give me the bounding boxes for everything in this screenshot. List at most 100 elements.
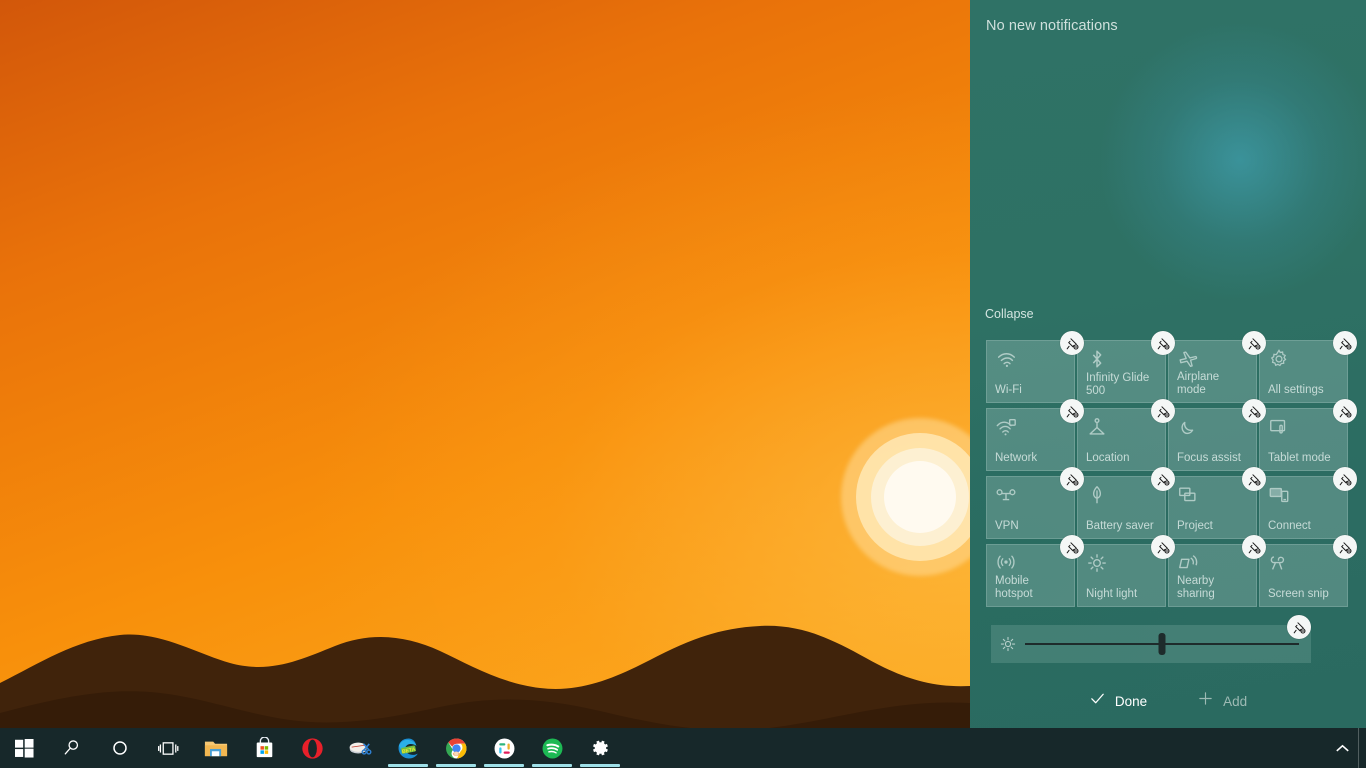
unpin-icon[interactable] [1060,399,1084,423]
taskbar-right-area [1326,728,1366,768]
quick-action-label: Tablet mode [1268,452,1342,465]
quick-action-label: Night light [1086,588,1160,601]
unpin-icon[interactable] [1060,331,1084,355]
action-center-footer: Done Add [970,680,1366,722]
network-icon [995,416,1017,438]
unpin-icon[interactable] [1151,399,1175,423]
quick-action-tile-bluetooth[interactable]: Infinity Glide 500 [1077,340,1166,403]
hotspot-icon [995,552,1017,574]
brightness-row [986,625,1350,663]
search-button[interactable] [48,728,96,768]
file-explorer-button[interactable] [192,728,240,768]
unpin-icon[interactable] [1333,399,1357,423]
quick-action-tile-all-settings[interactable]: All settings [1259,340,1348,403]
quick-action-label: Nearby sharing [1177,575,1251,601]
show-hidden-icons-button[interactable] [1326,728,1358,768]
add-button[interactable]: Add [1187,684,1257,718]
action-center-panel[interactable]: No new notifications Collapse Wi-Fi [970,0,1366,728]
add-label: Add [1223,694,1247,709]
unpin-icon[interactable] [1287,615,1311,639]
windows-logo-icon [15,739,34,758]
project-icon [1177,484,1199,506]
unpin-icon[interactable] [1242,535,1266,559]
quick-action-label: Wi-Fi [995,384,1069,397]
settings-button[interactable] [576,728,624,768]
taskbar-running-indicator [484,764,524,767]
quick-action-tile-battery-saver[interactable]: Battery saver [1077,476,1166,539]
brightness-slider-thumb[interactable] [1159,633,1166,655]
start-button[interactable] [0,728,48,768]
quick-action-tile-wifi[interactable]: Wi-Fi [986,340,1075,403]
quick-action-tile-airplane-mode[interactable]: Airplane mode [1168,340,1257,403]
connect-icon [1268,484,1290,506]
spotify-button[interactable] [528,728,576,768]
quick-action-tile-nearby-sharing[interactable]: Nearby sharing [1168,544,1257,607]
taskbar-running-indicator [580,764,620,767]
done-button[interactable]: Done [1079,684,1157,718]
unpin-icon[interactable] [1333,535,1357,559]
unpin-icon[interactable] [1151,467,1175,491]
vpn-icon [995,484,1017,506]
quick-action-label: Infinity Glide 500 [1086,372,1160,398]
done-label: Done [1115,694,1147,709]
opera-icon [301,737,324,760]
quick-action-tile-location[interactable]: Location [1077,408,1166,471]
quick-action-tile-screen-snip[interactable]: Screen snip [1259,544,1348,607]
quick-action-tile-tablet-mode[interactable]: Tablet mode [1259,408,1348,471]
quick-action-label: Screen snip [1268,588,1342,601]
store-bag-icon [254,737,275,759]
wifi-icon [995,348,1017,370]
unpin-icon[interactable] [1242,467,1266,491]
screen-snip-icon [1268,552,1290,574]
chevron-up-icon [1336,744,1349,753]
brightness-slider[interactable] [1025,625,1299,663]
unpin-icon[interactable] [1333,467,1357,491]
gear-icon [589,737,611,759]
taskbar[interactable]: BETA [0,728,1366,768]
quick-action-tile-connect[interactable]: Connect [1259,476,1348,539]
quick-action-label: Mobile hotspot [995,575,1069,601]
brightness-sun-icon [991,635,1025,653]
unpin-icon[interactable] [1151,535,1175,559]
unpin-icon[interactable] [1060,467,1084,491]
spotify-icon [541,737,564,760]
edge-button[interactable]: BETA [384,728,432,768]
collapse-link[interactable]: Collapse [985,307,1034,321]
task-view-button[interactable] [144,728,192,768]
unpin-icon[interactable] [1242,331,1266,355]
opera-button[interactable] [288,728,336,768]
check-icon [1089,690,1106,712]
show-desktop-button[interactable] [1358,728,1366,768]
unpin-icon[interactable] [1242,399,1266,423]
unpin-icon[interactable] [1333,331,1357,355]
quick-action-label: Location [1086,452,1160,465]
chrome-button[interactable] [432,728,480,768]
quick-action-label: VPN [995,520,1069,533]
quick-action-tile-project[interactable]: Project [1168,476,1257,539]
slack-button[interactable] [480,728,528,768]
quick-action-label: Project [1177,520,1251,533]
edge-beta-icon: BETA [397,737,420,760]
snipping-tool-button[interactable] [336,728,384,768]
quick-action-label: Network [995,452,1069,465]
brightness-panel[interactable] [991,625,1311,663]
quick-action-tile-night-light[interactable]: Night light [1077,544,1166,607]
folder-icon [204,738,228,759]
quick-action-tile-vpn[interactable]: VPN [986,476,1075,539]
leaf-icon [1086,484,1108,506]
quick-action-tile-mobile-hotspot[interactable]: Mobile hotspot [986,544,1075,607]
microsoft-store-button[interactable] [240,728,288,768]
quick-action-tile-focus-assist[interactable]: Focus assist [1168,408,1257,471]
sun-icon [1086,552,1108,574]
snipping-tool-icon [348,738,372,759]
unpin-icon[interactable] [1151,331,1175,355]
airplane-icon [1177,348,1199,370]
cortana-circle-icon [110,738,130,758]
quick-action-label: Connect [1268,520,1342,533]
quick-action-label: Focus assist [1177,452,1251,465]
taskbar-running-indicator [532,764,572,767]
quick-action-tile-network[interactable]: Network [986,408,1075,471]
unpin-icon[interactable] [1060,535,1084,559]
quick-action-label: Airplane mode [1177,371,1251,397]
cortana-button[interactable] [96,728,144,768]
